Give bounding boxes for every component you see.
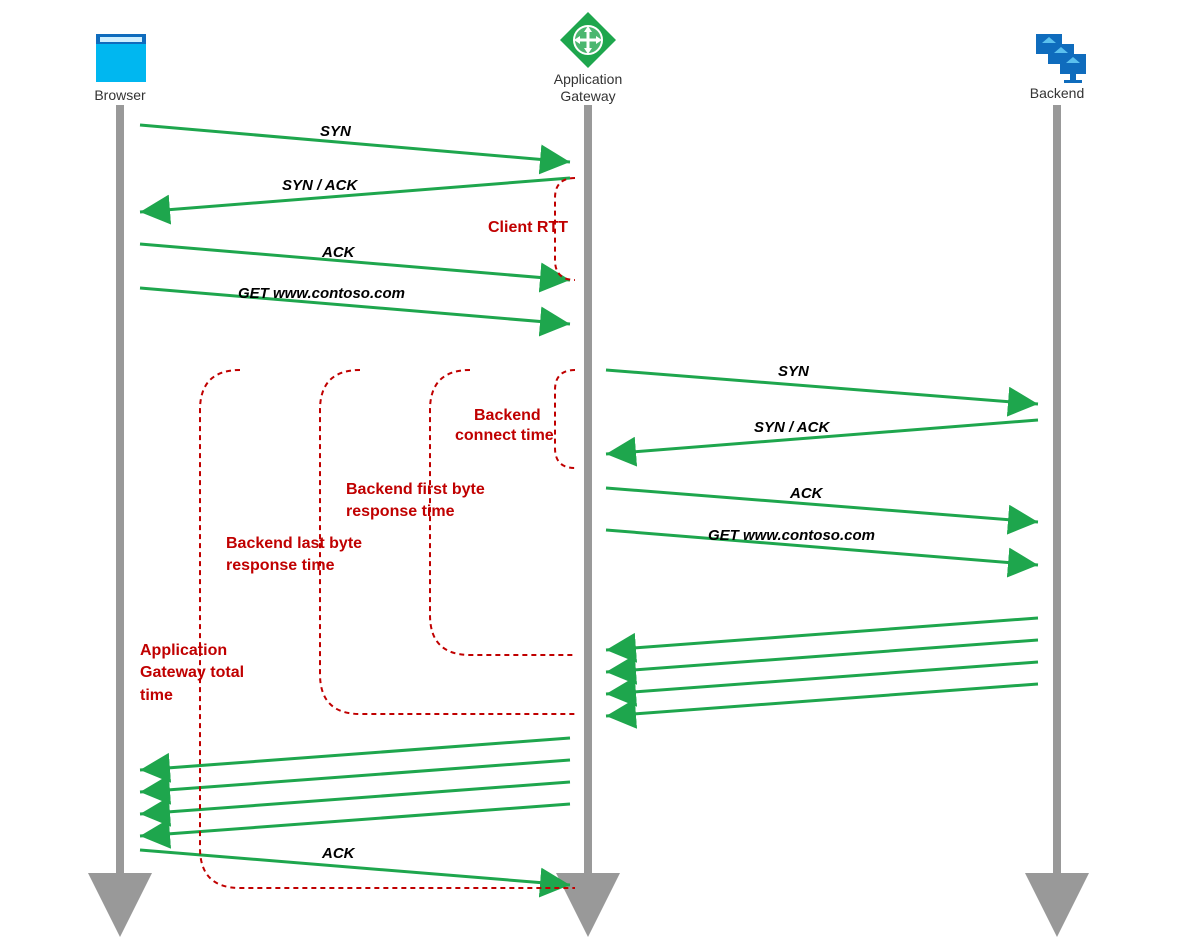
label-syn-2: SYN: [778, 363, 810, 380]
arrow-ack-final: [140, 850, 570, 885]
backend-label: Backend: [1030, 85, 1084, 101]
label-first-byte-1: Backend first byte: [346, 481, 485, 498]
label-synack-1: SYN / ACK: [282, 177, 358, 194]
bracket-backend-connect: [555, 370, 575, 468]
label-agw-total-1: Application: [140, 642, 227, 659]
label-first-byte-2: response time: [346, 503, 455, 520]
bracket-agw-total: [200, 370, 575, 888]
label-ack-1: ACK: [321, 244, 356, 261]
label-agw-total-2: Gateway total: [140, 664, 244, 681]
label-backend-connect-1: Backend: [474, 407, 541, 424]
label-get-2: GET www.contoso.com: [708, 527, 875, 544]
label-backend-connect-2: connect time: [455, 427, 554, 444]
arrow-ack-1: [140, 244, 570, 280]
arrow-syn-1: [140, 125, 570, 162]
label-agw-total-3: time: [140, 687, 173, 704]
label-client-rtt: Client RTT: [488, 219, 568, 236]
sequence-diagram: Browser Application Gateway Backend: [0, 0, 1200, 942]
arrow-syn-2: [606, 370, 1038, 404]
label-syn-1: SYN: [320, 123, 352, 140]
browser-icon: [96, 34, 146, 82]
label-get-1: GET www.contoso.com: [238, 285, 405, 302]
gateway-label-2: Gateway: [560, 88, 615, 104]
label-synack-2: SYN / ACK: [754, 419, 830, 436]
label-last-byte-1: Backend last byte: [226, 535, 362, 552]
label-ack-2: ACK: [789, 485, 824, 502]
browser-label: Browser: [94, 87, 146, 103]
backend-icon: [1036, 34, 1086, 83]
gateway-label-1: Application: [554, 71, 623, 87]
label-last-byte-2: response time: [226, 557, 335, 574]
label-ack-final: ACK: [321, 845, 356, 862]
gateway-icon: [560, 12, 616, 68]
